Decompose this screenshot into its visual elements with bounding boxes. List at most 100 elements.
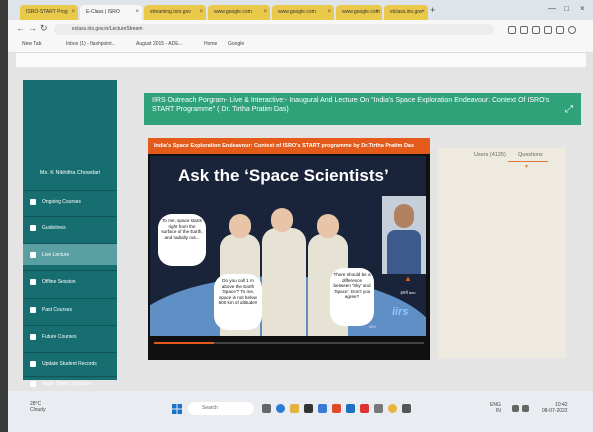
sidebar-item-update-records[interactable]: Update Student Records bbox=[23, 352, 117, 374]
iirs-logo: iirs bbox=[392, 306, 409, 318]
sidebar-item-label: Past Courses bbox=[42, 307, 73, 313]
sidebar-item-label: Apply Digital Signature bbox=[42, 381, 93, 387]
browser-tab[interactable]: www.google.com × bbox=[272, 5, 334, 20]
video-controls bbox=[148, 336, 430, 360]
bookmark-item[interactable]: Home bbox=[204, 41, 217, 47]
lang-region: IN bbox=[495, 408, 501, 414]
sidebar-item-offline-session[interactable]: Offline Session bbox=[23, 270, 117, 292]
extension-icon[interactable] bbox=[508, 26, 516, 34]
browser-tab[interactable]: ISRO-START Prog × bbox=[20, 5, 78, 20]
speech-bubble: There should be a difference between 'Sk… bbox=[330, 268, 374, 326]
video-player[interactable]: India's Space Exploration Endeavour: Con… bbox=[148, 138, 430, 360]
clock[interactable]: 10:42 08-07-2022 bbox=[542, 402, 568, 414]
browser-tab[interactable]: www.google.com × bbox=[336, 5, 382, 20]
signature-icon bbox=[30, 381, 36, 387]
volume-icon[interactable] bbox=[522, 405, 529, 412]
windows-start-icon[interactable] bbox=[172, 404, 182, 414]
wifi-icon[interactable] bbox=[512, 405, 519, 412]
profile-icon[interactable] bbox=[568, 26, 576, 34]
office-icon[interactable] bbox=[332, 404, 341, 413]
app-icon[interactable] bbox=[374, 404, 383, 413]
sidebar-item-live-lecture[interactable]: Live Lecture bbox=[23, 243, 117, 265]
sidebar-item-label: Live Lecture bbox=[42, 252, 70, 258]
taskbar-search-input[interactable]: Search bbox=[188, 402, 254, 415]
reload-icon[interactable]: ↻ bbox=[40, 23, 48, 34]
sidebar-item-label: Future Courses bbox=[42, 334, 77, 340]
clock-date: 08-07-2022 bbox=[542, 408, 568, 414]
sidebar-item-past-courses[interactable]: Past Courses bbox=[23, 298, 117, 320]
future-icon bbox=[30, 334, 36, 340]
sidebar-item-guidelines[interactable]: Guidelines bbox=[23, 216, 117, 238]
forward-icon[interactable]: → bbox=[28, 23, 37, 33]
tab-label: streaming.isro.gov bbox=[150, 9, 191, 15]
slide-heading: Ask the ‘Space Scientists’ bbox=[178, 166, 389, 185]
file-explorer-icon[interactable] bbox=[290, 404, 299, 413]
minimize-icon[interactable]: — bbox=[548, 4, 556, 13]
sidebar-item-label: Guidelines bbox=[42, 225, 66, 231]
speaker-head bbox=[394, 204, 414, 228]
app-icon[interactable] bbox=[402, 404, 411, 413]
speech-bubble: To me, space starts right from the surfa… bbox=[158, 214, 206, 266]
chrome-icon[interactable] bbox=[388, 404, 397, 413]
video-progress-fill bbox=[154, 342, 214, 344]
isro-logo-icon: ▲ bbox=[404, 274, 412, 283]
lecture-banner: IIRS Outreach Porgram- Live & Interactiv… bbox=[144, 93, 581, 125]
sidebar-item-future-courses[interactable]: Future Courses bbox=[23, 325, 117, 347]
word-icon[interactable] bbox=[346, 404, 355, 413]
close-icon[interactable]: × bbox=[375, 5, 379, 20]
split-screen-icon[interactable] bbox=[544, 26, 552, 34]
browser-tab[interactable]: www.google.com × bbox=[208, 5, 270, 20]
lecture-slide: Ask the ‘Space Scientists’ To me, space … bbox=[150, 156, 426, 336]
sidebar-item-ongoing-courses[interactable]: Ongoing Courses bbox=[23, 190, 117, 212]
language-indicator[interactable]: ENG IN bbox=[490, 402, 501, 414]
top-navigation bbox=[16, 53, 586, 67]
speaker-webcam bbox=[382, 196, 426, 274]
chat-panel bbox=[438, 148, 566, 358]
sidebar-item-label: Update Student Records bbox=[42, 361, 97, 367]
close-icon[interactable]: × bbox=[71, 5, 75, 20]
speech-bubble: Do you call 1 m above the Earth 'Space'?… bbox=[214, 274, 262, 330]
video-title-bar: India's Space Exploration Endeavour: Con… bbox=[148, 138, 430, 154]
expand-icon[interactable]: ⤢ bbox=[565, 105, 573, 115]
extension-icon[interactable] bbox=[520, 26, 528, 34]
back-icon[interactable]: ← bbox=[16, 23, 25, 33]
browser-tab-active[interactable]: E-Class | ISRO × bbox=[80, 5, 142, 20]
bookmark-item[interactable]: August 2015 - ADE... bbox=[136, 41, 183, 47]
mail-icon[interactable] bbox=[318, 404, 327, 413]
active-tab-indicator bbox=[508, 161, 548, 162]
guidelines-icon bbox=[30, 225, 36, 231]
tab-questions[interactable]: Questions bbox=[518, 152, 543, 158]
tab-users[interactable]: Users (4125) bbox=[474, 152, 506, 158]
bookmark-item[interactable]: New Tab bbox=[22, 41, 41, 47]
watermark: MM bbox=[369, 324, 376, 329]
scientist-head bbox=[317, 214, 339, 238]
tab-label: E-Class | ISRO bbox=[86, 9, 120, 15]
sidebar-item-digital-signature[interactable]: Apply Digital Signature bbox=[23, 376, 117, 390]
close-window-icon[interactable]: × bbox=[580, 4, 585, 13]
browser-tab[interactable]: streaming.isro.gov × bbox=[144, 5, 206, 20]
browser-tab[interactable]: elclass.iirs.gov × bbox=[384, 5, 428, 20]
close-icon[interactable]: × bbox=[263, 5, 267, 20]
url-input[interactable]: eclass.iirs.gov.in/LectureStream bbox=[54, 24, 494, 35]
weather-widget[interactable]: 28°C Cloudy bbox=[30, 401, 46, 413]
close-icon[interactable]: × bbox=[135, 5, 139, 20]
close-icon[interactable]: × bbox=[199, 5, 203, 20]
bookmark-item[interactable]: Inbox (1) - flashpoint... bbox=[66, 41, 116, 47]
edge-icon[interactable] bbox=[276, 404, 285, 413]
extension-icon[interactable] bbox=[532, 26, 540, 34]
bookmark-item[interactable]: Google bbox=[228, 41, 244, 47]
close-icon[interactable]: × bbox=[421, 5, 425, 20]
store-icon[interactable] bbox=[304, 404, 313, 413]
new-tab-button[interactable]: + bbox=[430, 5, 435, 15]
task-view-icon[interactable] bbox=[262, 404, 271, 413]
close-icon[interactable]: × bbox=[327, 5, 331, 20]
app-icon[interactable] bbox=[360, 404, 369, 413]
offline-icon bbox=[30, 279, 36, 285]
favorites-icon[interactable] bbox=[556, 26, 564, 34]
tab-label: www.google.com bbox=[342, 9, 380, 15]
scientist-head bbox=[271, 208, 293, 232]
tab-label: ISRO-START Prog bbox=[26, 9, 68, 15]
maximize-icon[interactable]: □ bbox=[564, 4, 569, 13]
sidebar-item-label: Ongoing Courses bbox=[42, 199, 81, 205]
speaker-body bbox=[387, 230, 421, 274]
